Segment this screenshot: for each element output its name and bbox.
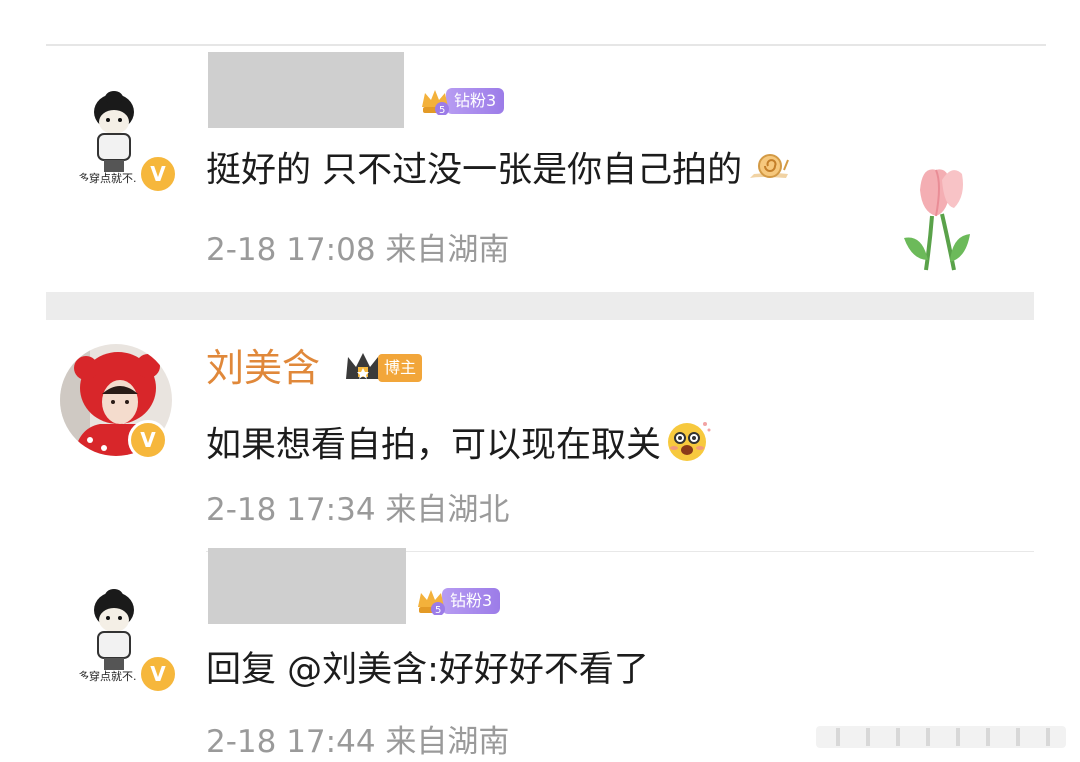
comment-text: 回复 @刘美含:好好好不看了 xyxy=(206,648,649,692)
verified-badge-icon: V xyxy=(138,154,178,194)
comment-location: 来自湖南 xyxy=(385,232,510,268)
comment-location: 来自湖南 xyxy=(385,724,510,760)
comment-text-body: 挺好的 只不过没一张是你自己拍的 xyxy=(206,150,743,191)
section-separator xyxy=(46,292,1034,320)
username[interactable]: 刘美含 xyxy=(206,346,320,390)
comment-time: 2-18 17:08 xyxy=(206,232,376,268)
fan-badge-label: 钻粉3 xyxy=(446,88,505,114)
divider xyxy=(46,44,1046,46)
svg-text:5: 5 xyxy=(435,605,441,615)
username-redacted[interactable] xyxy=(208,548,406,624)
watermark xyxy=(806,718,1076,752)
comment-item: 多穿点就不. V 5 钻粉3 挺好的 只不过没一张是你自己拍的 2-18 17:… xyxy=(0,50,1080,290)
fan-badge[interactable]: 5 钻粉3 xyxy=(420,86,505,116)
fan-badge-label: 钻粉3 xyxy=(442,588,501,614)
avatar-caption: 多穿点就不. xyxy=(78,669,137,683)
fan-badge[interactable]: 5 钻粉3 xyxy=(416,586,501,616)
owner-badge: 博主 xyxy=(344,350,423,386)
crown-icon xyxy=(346,353,380,379)
comment-text-body: 回复 @刘美含:好好好不看了 xyxy=(206,650,649,690)
blushing-face-emoji-icon xyxy=(665,418,711,475)
top-bar xyxy=(0,0,1080,28)
comment-text-body: 如果想看自拍，可以现在取关 xyxy=(206,425,662,466)
tulip-sticker-icon xyxy=(892,150,978,272)
verified-badge-icon: V xyxy=(128,420,168,460)
comment-meta: 2-18 17:34 来自湖北 xyxy=(206,490,509,530)
comment-text: 挺好的 只不过没一张是你自己拍的 xyxy=(206,148,792,195)
comment-meta: 2-18 17:44 来自湖南 xyxy=(206,722,509,762)
comment-item: V 刘美含 博主 如果想看自拍，可以现在取关 2-18 17:34 来自湖北 xyxy=(0,322,1080,548)
comment-time: 2-18 17:34 xyxy=(206,492,376,528)
crown-icon: 5 xyxy=(416,587,446,616)
comment-meta: 2-18 17:08 来自湖南 xyxy=(206,230,509,270)
crown-icon: 5 xyxy=(420,87,450,116)
username-redacted[interactable] xyxy=(208,52,404,128)
avatar-caption: 多穿点就不. xyxy=(78,171,137,185)
comment-location: 来自湖北 xyxy=(385,492,510,528)
owner-badge-label: 博主 xyxy=(378,354,423,382)
verified-badge-icon: V xyxy=(138,654,178,694)
comment-text: 如果想看自拍，可以现在取关 xyxy=(206,418,711,475)
snail-emoji-icon xyxy=(746,148,792,195)
comment-time: 2-18 17:44 xyxy=(206,724,376,760)
svg-text:5: 5 xyxy=(439,105,445,115)
